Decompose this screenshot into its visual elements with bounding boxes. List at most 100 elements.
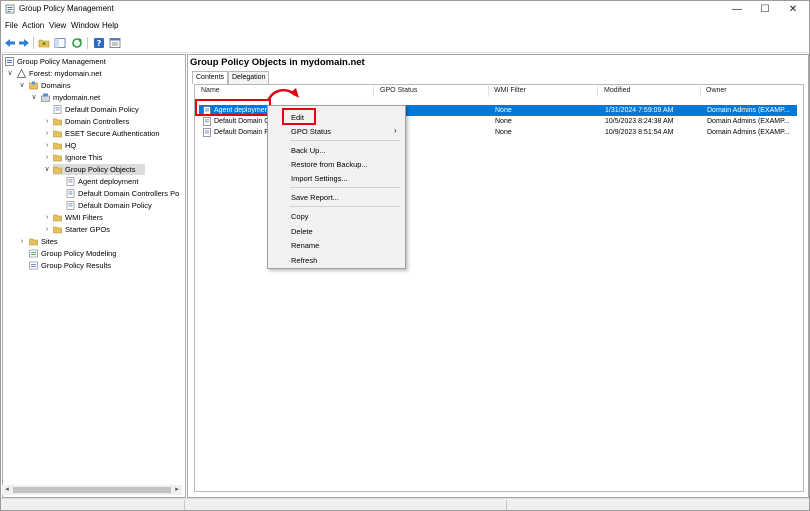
maximize-button[interactable]: ☐ <box>751 1 779 18</box>
expand-chevron-icon[interactable]: ∨ <box>6 68 14 79</box>
row-modified: 10/9/2023 8:51:54 AM <box>605 129 674 136</box>
properties-icon[interactable] <box>109 37 121 49</box>
gpmc-root-icon <box>5 57 14 66</box>
menu-item-restore[interactable]: Restore from Backup... <box>291 160 368 169</box>
tree-forest-label: Forest: mydomain.net <box>29 69 102 78</box>
refresh-icon[interactable] <box>71 37 83 49</box>
tree-ignore-this-label: Ignore This <box>65 153 103 162</box>
scroll-left-icon[interactable]: ◂ <box>2 485 12 495</box>
gpo-icon <box>203 117 211 126</box>
expand-chevron-icon[interactable]: ∨ <box>18 80 26 91</box>
tree-starter-gpos[interactable]: Starter GPOs <box>53 224 173 235</box>
minimize-button[interactable]: — <box>723 1 751 18</box>
tree-ou[interactable]: ESET Secure Authentication <box>53 128 183 139</box>
menu-item-delete[interactable]: Delete <box>291 227 313 236</box>
menu-window[interactable]: Window <box>71 21 99 30</box>
expand-chevron-icon[interactable]: › <box>43 128 51 139</box>
tree-forest[interactable]: Forest: mydomain.net <box>17 68 177 79</box>
tree-gpo-item[interactable]: Default Domain Policy <box>66 200 185 211</box>
menu-action[interactable]: Action <box>22 21 44 30</box>
gpo-icon <box>203 128 211 137</box>
gpo-icon <box>66 189 75 198</box>
column-gpo-status[interactable]: GPO Status <box>380 87 417 94</box>
tree-domains[interactable]: Domains <box>29 80 169 91</box>
folder-up-icon[interactable] <box>38 37 50 49</box>
back-arrow-icon[interactable] <box>4 37 16 49</box>
toolbar: ? <box>1 34 809 53</box>
menu-view[interactable]: View <box>49 21 66 30</box>
tab-delegation[interactable]: Delegation <box>228 71 270 84</box>
ou-folder-icon <box>53 130 62 138</box>
tree-group-policy-objects[interactable]: Group Policy Objects <box>53 164 145 175</box>
tree-ou[interactable]: HQ <box>53 140 183 151</box>
row-owner: Domain Admins (EXAMP... <box>707 118 790 125</box>
scroll-right-icon[interactable]: ▸ <box>172 485 182 495</box>
ou-folder-icon <box>53 142 62 150</box>
row-modified: 1/31/2024 7:59:09 AM <box>605 107 674 114</box>
expand-chevron-icon[interactable]: › <box>43 152 51 163</box>
tree-domains-label: Domains <box>41 81 71 90</box>
forest-icon <box>17 69 26 78</box>
menu-item-copy[interactable]: Copy <box>291 212 309 221</box>
help-icon[interactable]: ? <box>93 37 105 49</box>
expand-chevron-icon[interactable]: › <box>43 140 51 151</box>
expand-chevron-icon[interactable]: ∨ <box>30 92 38 103</box>
details-title: Group Policy Objects in mydomain.net <box>190 57 365 68</box>
tree-gpo-link[interactable]: Default Domain Policy <box>53 104 183 115</box>
column-separator[interactable] <box>700 86 701 97</box>
menu-item-refresh[interactable]: Refresh <box>291 256 317 265</box>
menu-bar: File Action View Window Help <box>1 18 809 33</box>
expand-chevron-icon[interactable]: › <box>43 212 51 223</box>
expand-chevron-icon[interactable]: › <box>43 116 51 127</box>
forward-arrow-icon[interactable] <box>18 37 30 49</box>
highlight-box-edit <box>282 108 316 125</box>
tree-ou[interactable]: Ignore This <box>53 152 183 163</box>
column-separator[interactable] <box>373 86 374 97</box>
tree-eset-label: ESET Secure Authentication <box>65 129 160 138</box>
scrollbar-thumb[interactable] <box>13 487 171 493</box>
tree-root[interactable]: Group Policy Management <box>5 56 180 67</box>
column-owner[interactable]: Owner <box>706 87 727 94</box>
gpmc-app-icon <box>5 4 15 14</box>
menu-item-save-report[interactable]: Save Report... <box>291 193 339 202</box>
column-separator[interactable] <box>597 86 598 97</box>
domain-icon <box>41 93 50 102</box>
menu-file[interactable]: File <box>5 21 18 30</box>
tree-agent-deployment-label: Agent deployment <box>78 177 139 186</box>
expand-chevron-icon[interactable]: › <box>43 224 51 235</box>
tree-starter-label: Starter GPOs <box>65 225 111 234</box>
tree-sites[interactable]: Sites <box>29 236 149 247</box>
app-window: Group Policy Management — ☐ ✕ File Actio… <box>0 0 810 511</box>
tree-default-dc-policy-label: Default Domain Controllers Po <box>78 189 180 198</box>
tree-gp-modeling[interactable]: Group Policy Modeling <box>29 248 169 259</box>
console-tree: Group Policy Management ∨ Forest: mydoma… <box>2 54 186 498</box>
close-button[interactable]: ✕ <box>779 1 807 18</box>
menu-item-import[interactable]: Import Settings... <box>291 174 348 183</box>
column-wmi-filter[interactable]: WMI Filter <box>494 87 526 94</box>
svg-text:?: ? <box>97 39 102 48</box>
column-separator[interactable] <box>488 86 489 97</box>
tree-ou[interactable]: Domain Controllers <box>53 116 183 127</box>
column-name[interactable]: Name <box>201 87 220 94</box>
tab-contents[interactable]: Contents <box>192 71 229 84</box>
menu-separator <box>290 206 400 207</box>
toolbar-separator <box>33 37 34 49</box>
menu-item-rename[interactable]: Rename <box>291 241 319 250</box>
tree-domain[interactable]: mydomain.net <box>41 92 171 103</box>
column-modified[interactable]: Modified <box>604 87 630 94</box>
menu-help[interactable]: Help <box>102 21 118 30</box>
menu-item-back-up[interactable]: Back Up... <box>291 146 326 155</box>
row-name: Default Domain Po <box>214 129 273 136</box>
tree-root-label: Group Policy Management <box>17 57 106 66</box>
menu-item-gpo-status[interactable]: GPO Status <box>291 127 331 136</box>
tree-gpo-item[interactable]: Default Domain Controllers Po <box>66 188 185 199</box>
expand-chevron-icon[interactable]: ∨ <box>43 164 51 175</box>
tree-horizontal-scrollbar[interactable]: ◂ ▸ <box>2 485 182 495</box>
tree-wmi-filters[interactable]: WMI Filters <box>53 212 173 223</box>
gpo-icon <box>66 201 75 210</box>
tree-gp-results[interactable]: Group Policy Results <box>29 260 169 271</box>
console-tree-icon[interactable] <box>54 37 66 49</box>
tree-modeling-label: Group Policy Modeling <box>41 249 117 258</box>
tree-gpo-item[interactable]: Agent deployment <box>66 176 185 187</box>
expand-chevron-icon[interactable]: › <box>18 236 26 247</box>
